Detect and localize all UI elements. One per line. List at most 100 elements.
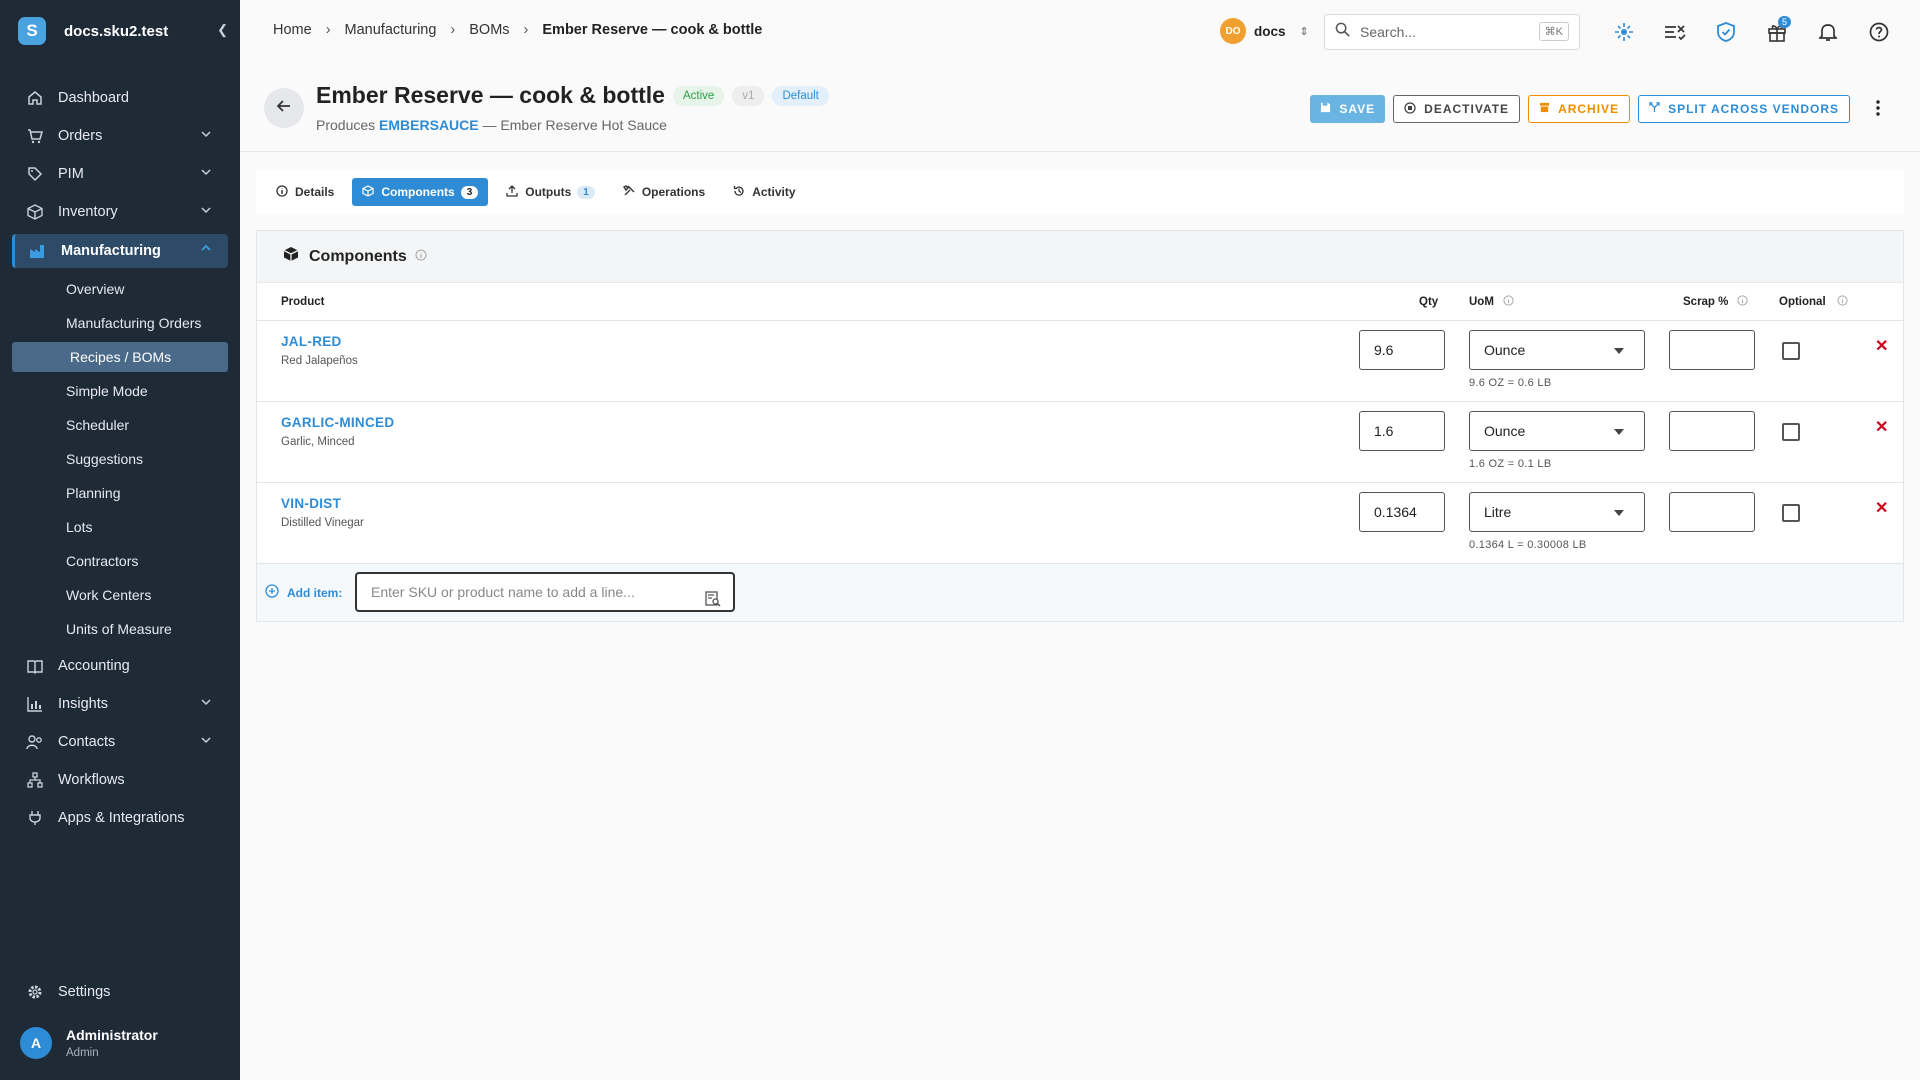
up-down-icon: ⇕: [1299, 25, 1309, 38]
uom-select[interactable]: Ounce: [1469, 330, 1645, 370]
info-icon[interactable]: [1737, 295, 1748, 309]
collapse-sidebar-icon[interactable]: ❮: [217, 22, 228, 38]
produces-line: Produces EMBERSAUCE — Ember Reserve Hot …: [316, 117, 667, 133]
sidebar-sub-planning[interactable]: Planning: [12, 478, 228, 508]
uom-select[interactable]: Ounce: [1469, 411, 1645, 451]
archive-button[interactable]: Archive: [1528, 95, 1631, 123]
sidebar-item-accounting[interactable]: Accounting: [12, 650, 228, 682]
org-switcher[interactable]: DO docs ⇕: [1220, 18, 1309, 44]
uom-conversion: 0.1364 L = 0.30008 LB: [1469, 539, 1587, 551]
sidebar: S docs.sku2.test ❮ Dashboard Orders PIM …: [0, 0, 240, 1080]
sidebar-item-orders[interactable]: Orders: [12, 120, 228, 152]
scrap-input[interactable]: [1669, 411, 1755, 451]
chevron-up-icon: [200, 242, 212, 258]
sidebar-item-label: Settings: [58, 984, 111, 1000]
more-options-icon[interactable]: [1876, 100, 1880, 121]
user-role: Admin: [66, 1047, 99, 1059]
help-icon[interactable]: [1865, 18, 1893, 46]
pause-circle-icon: [1404, 101, 1416, 117]
sidebar-item-insights[interactable]: Insights: [12, 688, 228, 720]
scrap-input[interactable]: [1669, 492, 1755, 532]
column-header-optional: Optional: [1779, 296, 1826, 308]
deactivate-button[interactable]: Deactivate: [1393, 95, 1521, 123]
split-across-vendors-button[interactable]: Split across vendors: [1638, 95, 1850, 123]
plus-circle-icon: [265, 584, 279, 601]
save-button[interactable]: Save: [1310, 95, 1386, 123]
settings-section: Settings: [12, 976, 228, 1014]
components-table-header: Product Qty UoM Scrap % Optional: [257, 283, 1903, 321]
breadcrumb-boms[interactable]: BOMs: [469, 22, 509, 38]
component-sku-link[interactable]: JAL-RED: [281, 334, 342, 349]
chart-icon: [26, 695, 44, 713]
breadcrumb-manufacturing[interactable]: Manufacturing: [345, 22, 437, 38]
info-icon[interactable]: [1837, 295, 1848, 309]
sidebar-item-label: Orders: [58, 128, 103, 144]
components-title: Components: [309, 247, 407, 265]
sidebar-sub-recipes-boms[interactable]: Recipes / BOMs: [12, 342, 228, 372]
sidebar-item-contacts[interactable]: Contacts: [12, 726, 228, 758]
shield-icon[interactable]: [1712, 18, 1740, 46]
sidebar-sub-contractors[interactable]: Contractors: [12, 546, 228, 576]
produces-sku-link[interactable]: EMBERSAUCE: [379, 117, 479, 133]
component-sku-link[interactable]: GARLIC-MINCED: [281, 415, 394, 430]
qty-input[interactable]: 0.1364: [1359, 492, 1445, 532]
add-item-input[interactable]: Enter SKU or product name to add a line.…: [355, 572, 735, 612]
book-icon: [26, 657, 44, 675]
component-sku-link[interactable]: VIN-DIST: [281, 496, 341, 511]
sidebar-sub-overview[interactable]: Overview: [12, 274, 228, 304]
sidebar-sub-simple-mode[interactable]: Simple Mode: [12, 376, 228, 406]
user-profile[interactable]: A Administrator Admin: [20, 1027, 158, 1059]
info-icon[interactable]: [1503, 295, 1514, 309]
scrap-input[interactable]: [1669, 330, 1755, 370]
manufacturing-submenu: Overview Manufacturing Orders Recipes / …: [12, 274, 228, 644]
tab-activity[interactable]: Activity: [723, 178, 805, 206]
info-icon[interactable]: [415, 248, 427, 266]
remove-row-icon[interactable]: ✕: [1875, 417, 1888, 437]
tab-outputs[interactable]: Outputs 1: [496, 178, 605, 206]
avatar: A: [20, 1027, 52, 1059]
remove-row-icon[interactable]: ✕: [1875, 336, 1888, 356]
sidebar-sub-suggestions[interactable]: Suggestions: [12, 444, 228, 474]
optional-checkbox[interactable]: [1782, 423, 1800, 441]
optional-checkbox[interactable]: [1782, 504, 1800, 522]
tab-components[interactable]: Components 3: [352, 178, 489, 206]
search-list-icon[interactable]: [705, 584, 721, 620]
header-actions: Save Deactivate Archive Split across ven…: [1302, 95, 1850, 123]
sidebar-item-label: Accounting: [58, 658, 130, 674]
sidebar-sub-lots[interactable]: Lots: [12, 512, 228, 542]
sidebar-sub-work-centers[interactable]: Work Centers: [12, 580, 228, 610]
breadcrumb: Home › Manufacturing › BOMs › Ember Rese…: [273, 22, 776, 38]
compare-icon[interactable]: [1661, 18, 1689, 46]
sidebar-sub-units-of-measure[interactable]: Units of Measure: [12, 614, 228, 644]
sparkle-icon[interactable]: [1610, 18, 1638, 46]
sidebar-item-pim[interactable]: PIM: [12, 158, 228, 190]
tab-label: Activity: [752, 185, 796, 199]
brand[interactable]: S docs.sku2.test ❮: [18, 17, 228, 45]
status-badge: Active: [672, 85, 725, 106]
sidebar-item-settings[interactable]: Settings: [12, 976, 228, 1008]
tab-details[interactable]: Details: [266, 178, 344, 206]
sidebar-item-label: Manufacturing: [61, 243, 161, 259]
qty-input[interactable]: 9.6: [1359, 330, 1445, 370]
search-input[interactable]: Search... ⌘K: [1324, 14, 1580, 50]
sidebar-sub-scheduler[interactable]: Scheduler: [12, 410, 228, 440]
sidebar-item-apps-integrations[interactable]: Apps & Integrations: [12, 802, 228, 834]
sidebar-item-manufacturing[interactable]: Manufacturing: [12, 234, 228, 268]
column-header-uom: UoM: [1469, 296, 1494, 308]
sidebar-item-inventory[interactable]: Inventory: [12, 196, 228, 228]
uom-select[interactable]: Litre: [1469, 492, 1645, 532]
breadcrumb-home[interactable]: Home: [273, 22, 312, 38]
user-name: Administrator: [66, 1027, 158, 1043]
tab-operations[interactable]: Operations: [613, 178, 715, 206]
sidebar-item-workflows[interactable]: Workflows: [12, 764, 228, 796]
remove-row-icon[interactable]: ✕: [1875, 498, 1888, 518]
produces-name: — Ember Reserve Hot Sauce: [482, 117, 667, 133]
qty-input[interactable]: 1.6: [1359, 411, 1445, 451]
optional-checkbox[interactable]: [1782, 342, 1800, 360]
bell-icon[interactable]: [1814, 18, 1842, 46]
sidebar-item-label: Dashboard: [58, 90, 129, 106]
sidebar-item-dashboard[interactable]: Dashboard: [12, 82, 228, 114]
back-button[interactable]: [264, 88, 304, 128]
sidebar-sub-manufacturing-orders[interactable]: Manufacturing Orders: [12, 308, 228, 338]
gift-icon[interactable]: 5: [1763, 16, 1791, 46]
